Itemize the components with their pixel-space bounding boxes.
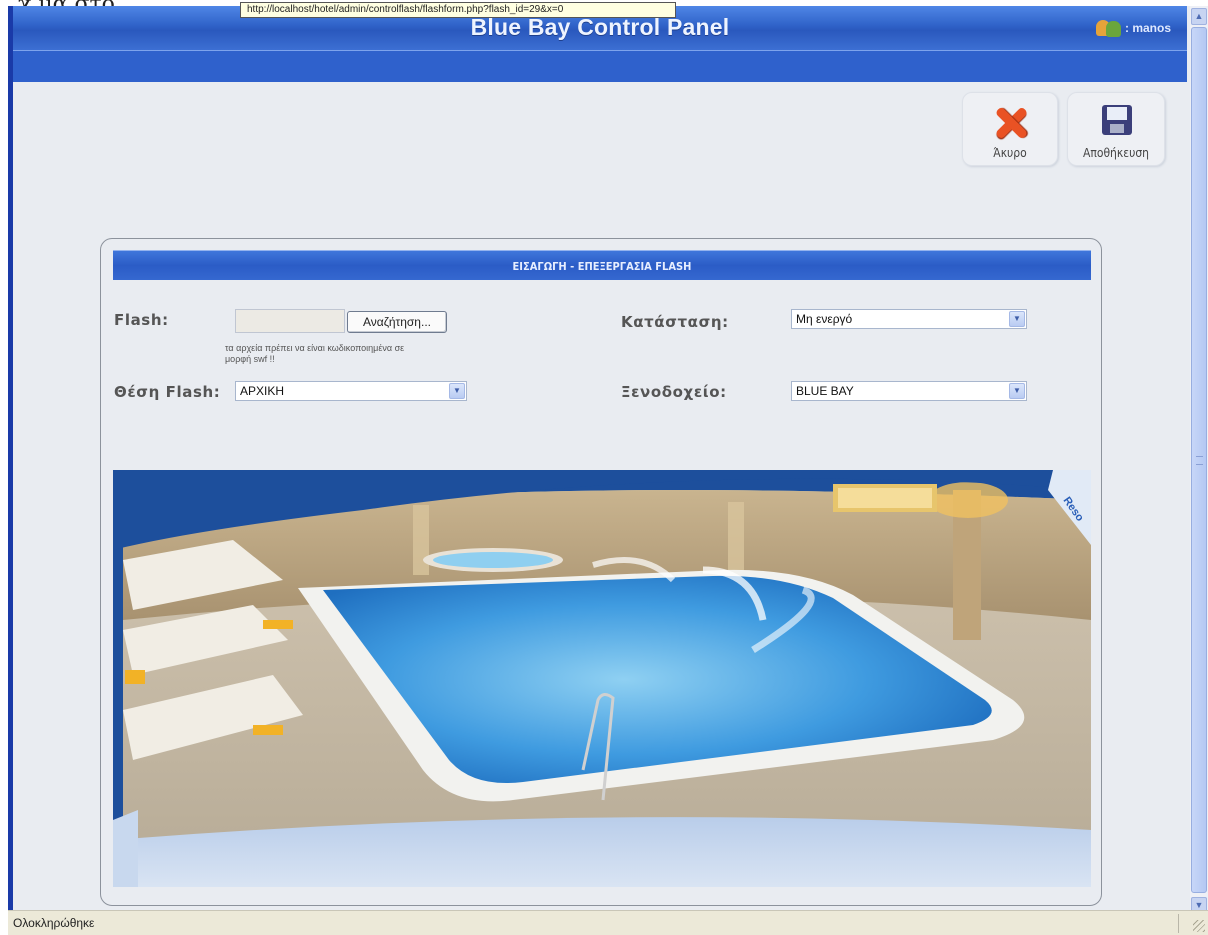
flash-position-label: Θέση Flash: <box>114 383 221 401</box>
status-label: Κατάσταση: <box>621 313 729 331</box>
chevron-down-icon[interactable]: ▼ <box>1009 311 1025 327</box>
chevron-down-icon[interactable]: ▼ <box>1009 383 1025 399</box>
resize-grip-icon[interactable] <box>1193 920 1205 932</box>
vertical-scrollbar[interactable]: ▲ ▼ <box>1190 6 1208 916</box>
flash-position-select[interactable]: ΑΡΧΙΚΗ ▼ <box>235 381 467 401</box>
flash-preview-image: Reso <box>113 470 1091 887</box>
save-button[interactable]: Αποθήκευση <box>1067 92 1165 166</box>
page-title: Blue Bay Control Panel <box>470 14 730 40</box>
flash-form-panel: ΕΙΣΑΓΩΓΗ - ΕΠΕΞΕΡΓΑΣΙΑ FLASH Flash: Αναζ… <box>100 238 1102 906</box>
floppy-disk-icon <box>1102 105 1132 135</box>
x-icon <box>994 106 1029 140</box>
scroll-grip-icon <box>1196 456 1203 465</box>
screen: χ μα στο Blue Bay Control Panel : manos … <box>0 0 1208 935</box>
panel-header: ΕΙΣΑΓΩΓΗ - ΕΠΕΞΕΡΓΑΣΙΑ FLASH <box>113 250 1091 280</box>
chevron-down-icon[interactable]: ▼ <box>449 383 465 399</box>
status-select[interactable]: Μη ενεργό ▼ <box>791 309 1027 329</box>
scroll-thumb[interactable] <box>1191 27 1207 893</box>
hotel-value: BLUE BAY <box>796 384 854 398</box>
cancel-label: Άκυρο <box>993 146 1027 160</box>
username-label: : manos <box>1124 21 1171 35</box>
user-info: : manos <box>1095 18 1171 38</box>
flash-label: Flash: <box>114 311 169 329</box>
status-bar: Ολοκληρώθηκε <box>8 910 1208 935</box>
flash-file-input[interactable] <box>235 309 345 333</box>
flash-position-value: ΑΡΧΙΚΗ <box>240 384 285 398</box>
hotel-label: Ξενοδοχείο: <box>621 383 727 401</box>
cancel-button[interactable]: Άκυρο <box>962 92 1058 166</box>
browser-window: Blue Bay Control Panel : manos ▲ ▼ Άκυρο… <box>8 2 1208 935</box>
file-format-note: τα αρχεία πρέπει να είναι κωδικοποιημένα… <box>225 343 405 364</box>
panel-title: ΕΙΣΑΓΩΓΗ - ΕΠΕΞΕΡΓΑΣΙΑ FLASH <box>512 260 692 273</box>
status-value: Μη ενεργό <box>796 312 853 326</box>
hotel-select[interactable]: BLUE BAY ▼ <box>791 381 1027 401</box>
users-icon <box>1095 18 1122 38</box>
sub-header-bar <box>13 50 1187 82</box>
scroll-up-button[interactable]: ▲ <box>1191 8 1207 25</box>
save-label: Αποθήκευση <box>1082 146 1150 160</box>
window-border <box>8 6 13 916</box>
pool-photo: Reso <box>113 470 1091 887</box>
browse-button[interactable]: Αναζήτηση... <box>347 311 447 333</box>
status-divider <box>1178 914 1179 933</box>
status-text: Ολοκληρώθηκε <box>13 916 95 930</box>
url-tooltip: http://localhost/hotel/admin/controlflas… <box>240 2 676 18</box>
